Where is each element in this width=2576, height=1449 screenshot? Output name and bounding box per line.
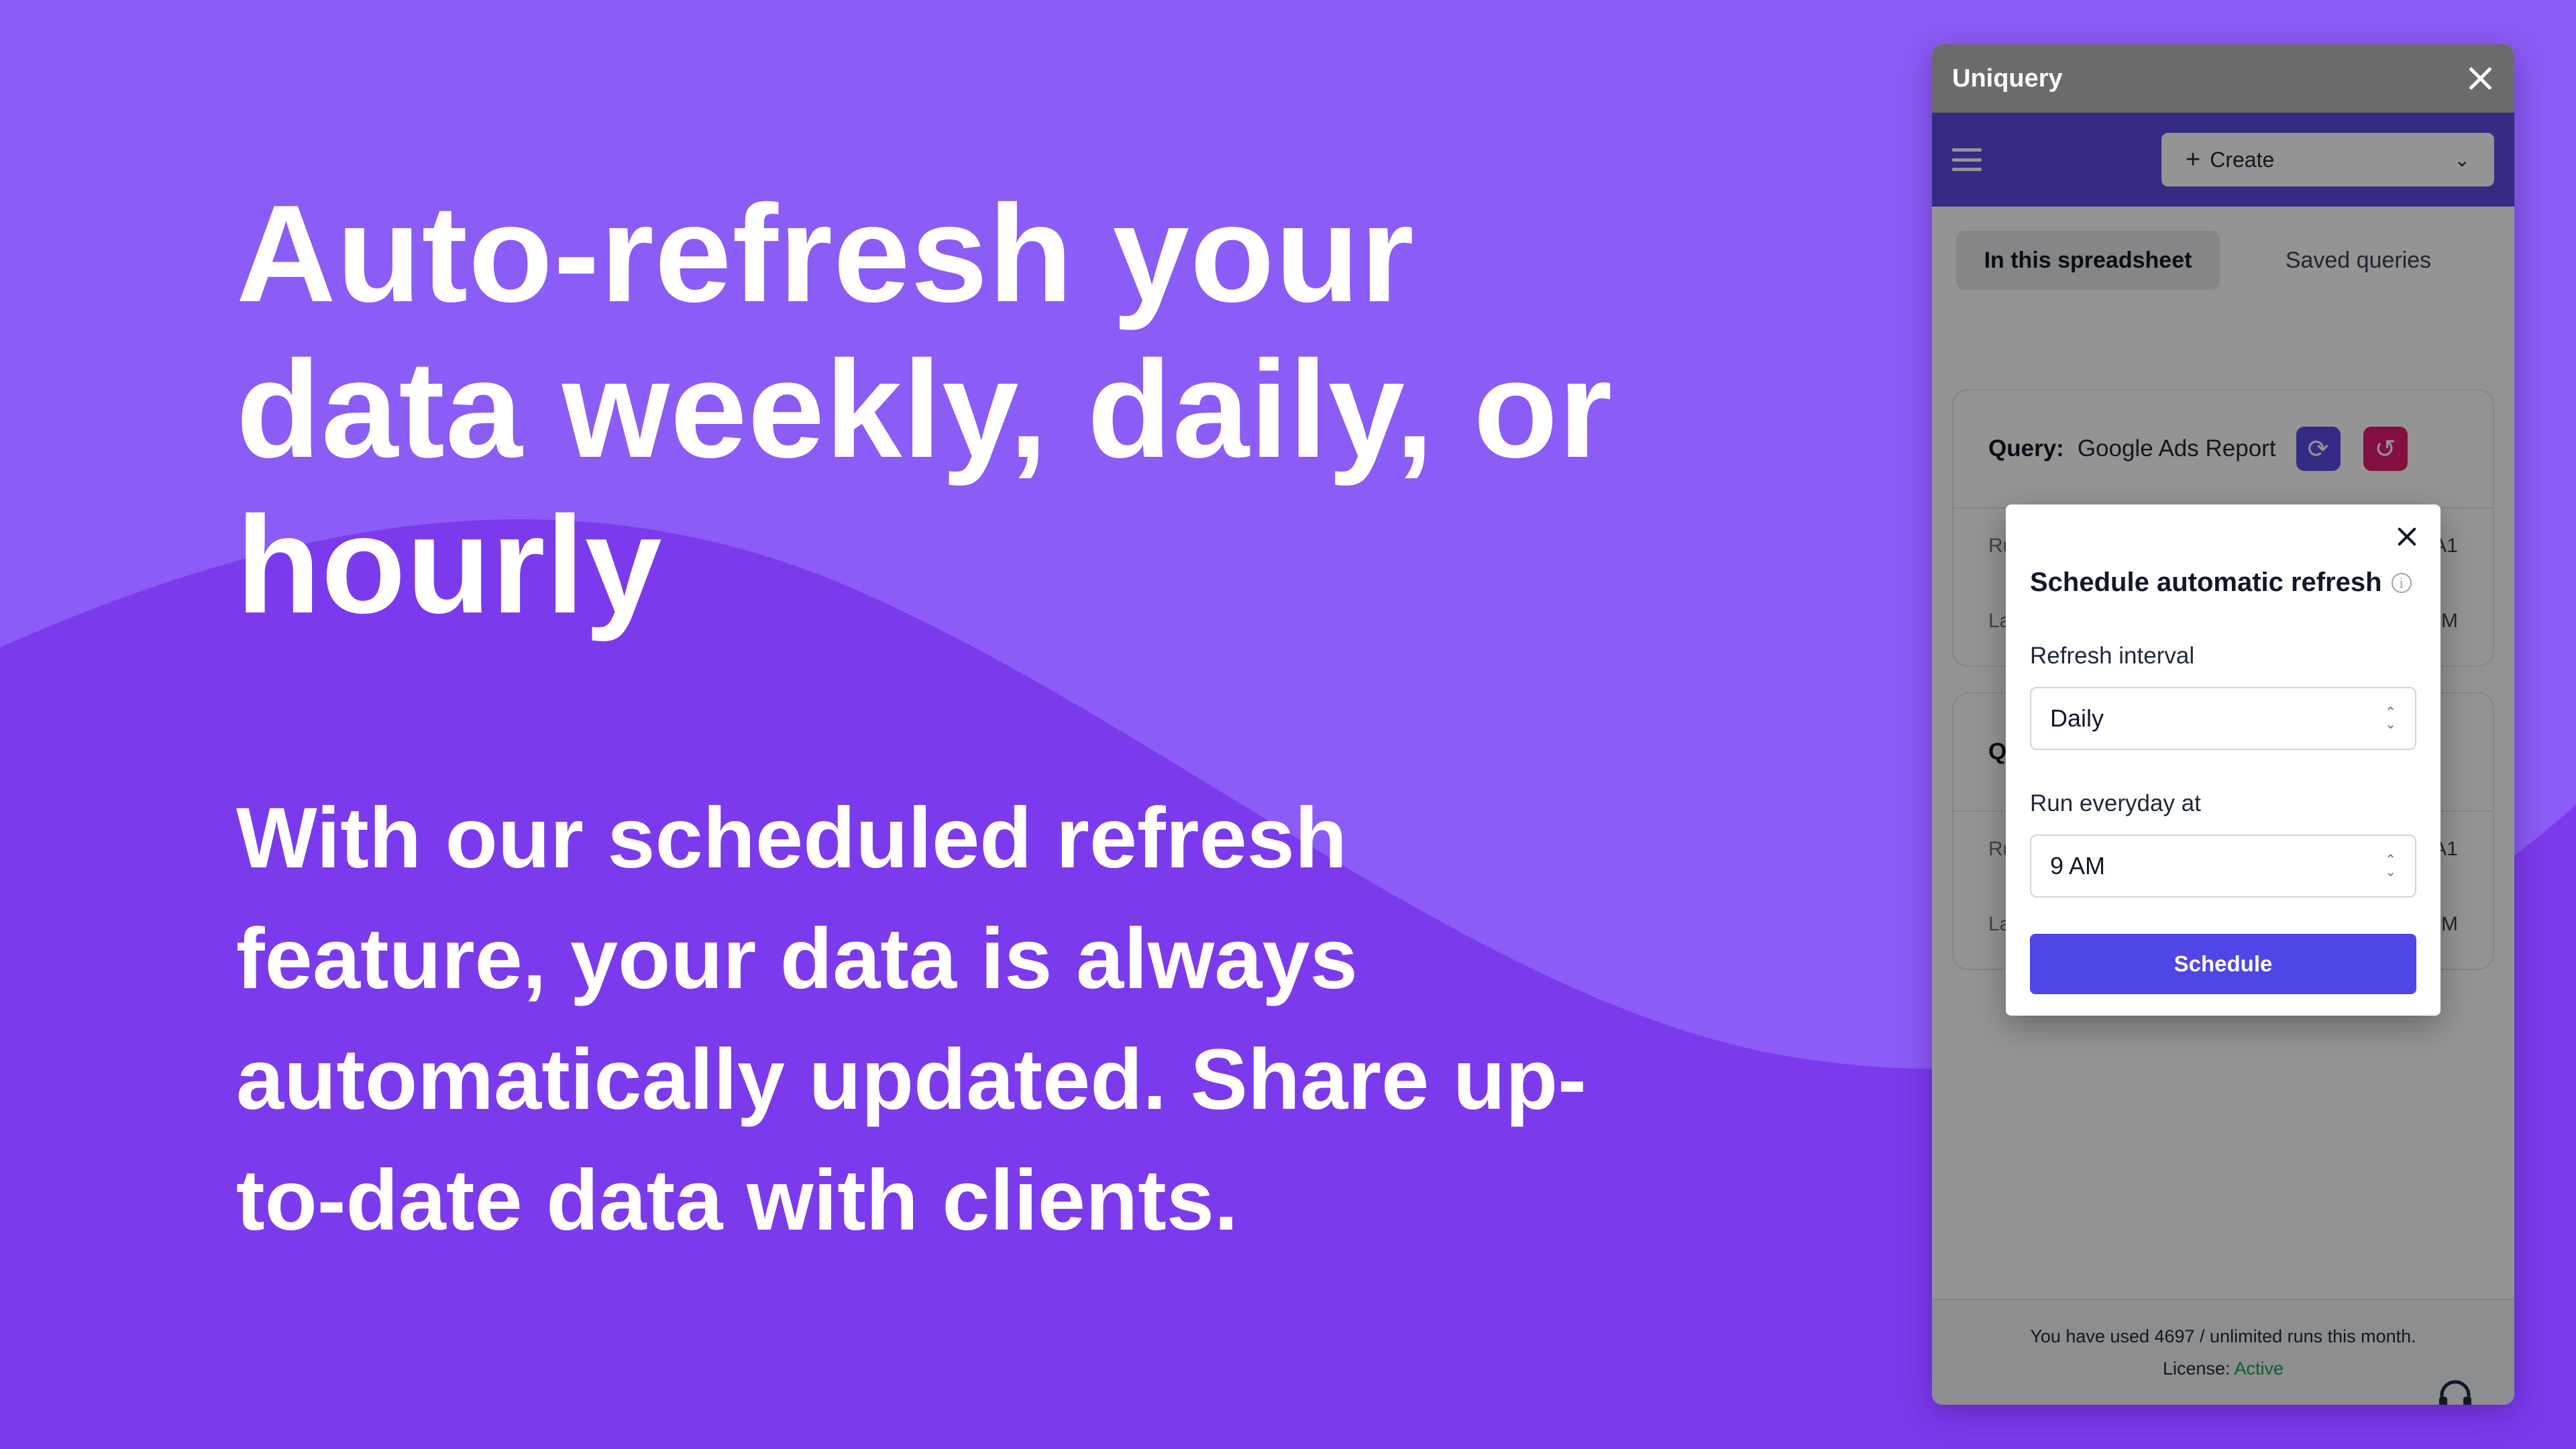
- sidebar-title-overlay: Uniquery: [1952, 44, 2063, 113]
- modal-title-text: Schedule automatic refresh: [2030, 568, 2382, 597]
- refresh-interval-value: Daily: [2050, 704, 2104, 732]
- info-icon[interactable]: i: [2391, 572, 2412, 593]
- modal-title: Schedule automatic refresh i: [2030, 568, 2412, 598]
- headset-icon[interactable]: [2438, 1379, 2473, 1405]
- close-icon[interactable]: [2465, 62, 2497, 95]
- refresh-interval-label: Refresh interval: [2030, 643, 2195, 669]
- select-arrows-icon: ⌃ ⌄: [2385, 705, 2396, 732]
- modal-close-icon[interactable]: [2394, 523, 2420, 550]
- select-arrows-icon: ⌃ ⌄: [2385, 853, 2396, 879]
- run-time-value: 9 AM: [2050, 852, 2106, 879]
- refresh-interval-select[interactable]: Daily ⌃ ⌄: [2030, 687, 2416, 750]
- sidebar-title-text: Uniquery: [1952, 64, 2063, 93]
- headline: Auto-refresh your data weekly, daily, or…: [236, 176, 1613, 642]
- schedule-refresh-modal: Schedule automatic refresh i Refresh int…: [2006, 504, 2440, 1016]
- run-time-select[interactable]: 9 AM ⌃ ⌄: [2030, 835, 2416, 898]
- subtext: With our scheduled refresh feature, your…: [236, 790, 1587, 1248]
- schedule-button[interactable]: Schedule: [2030, 934, 2416, 994]
- run-time-label: Run everyday at: [2030, 790, 2201, 816]
